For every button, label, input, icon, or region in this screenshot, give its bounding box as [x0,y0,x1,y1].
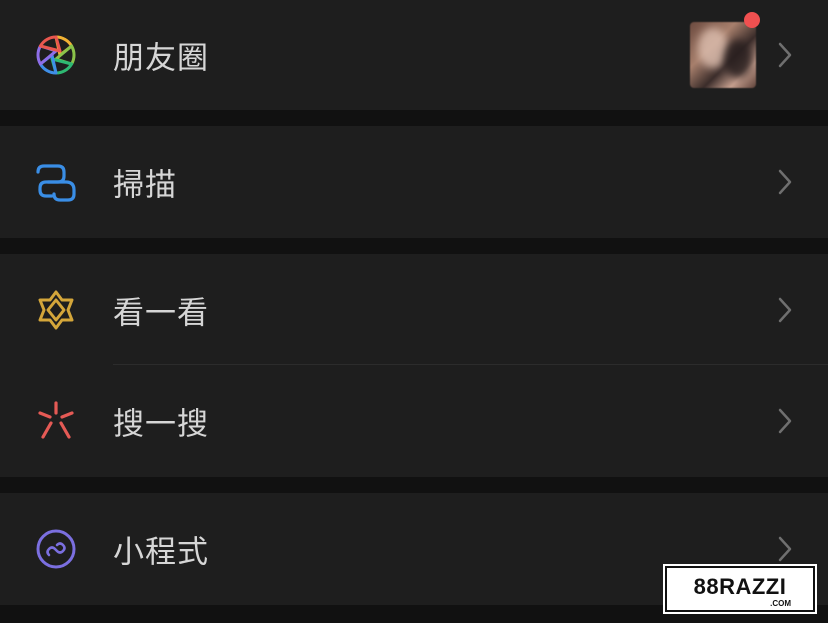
scan-icon [32,158,80,206]
moments-aperture-icon [32,31,80,79]
menu-label-moments: 朋友圈 [113,40,209,77]
chevron-right-icon [778,42,792,68]
mini-program-icon [32,525,80,573]
watermark-logo: 88RAZZI .COM [663,564,817,614]
watermark-subtext: .COM [770,599,791,608]
scan-section: 掃描 [0,126,828,238]
top-stories-icon [32,286,80,334]
menu-label-mini-programs: 小程式 [113,534,209,571]
chevron-right-icon [778,408,792,434]
section-gap [0,238,828,254]
chevron-right-icon [778,536,792,562]
section-gap [0,477,828,493]
menu-label-top-stories: 看一看 [113,295,209,331]
watermark-text: 88RAZZI [693,574,787,599]
menu-item-search[interactable]: 搜一搜 [0,365,828,477]
menu-item-moments[interactable]: 朋友圈 [0,0,828,110]
menu-item-scan[interactable]: 掃描 [0,126,828,238]
menu-label-scan: 掃描 [113,167,177,204]
section-gap [0,110,828,126]
moments-thumbnail-image [690,22,756,88]
notification-badge-dot [744,12,760,28]
chevron-right-icon [778,169,792,195]
moments-section: 朋友圈 [0,0,828,110]
menu-label-search: 搜一搜 [113,406,209,443]
discover-section: 看一看 搜一搜 [0,254,828,477]
menu-item-top-stories[interactable]: 看一看 [0,254,828,365]
chevron-right-icon [778,297,792,323]
search-icon [32,397,80,445]
